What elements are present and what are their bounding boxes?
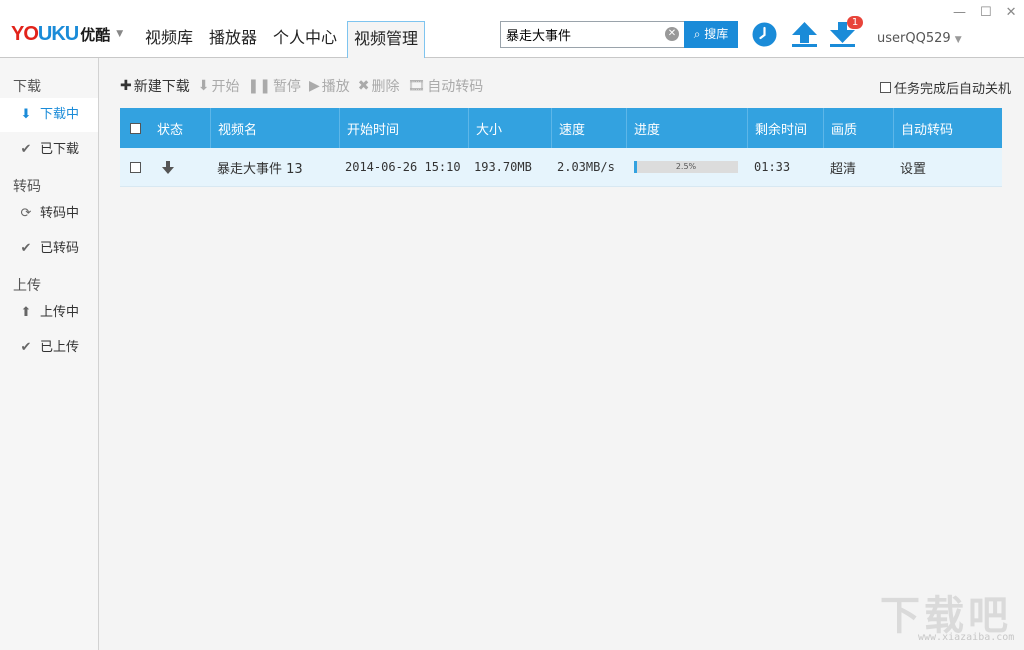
row-speed: 2.03MB/s (557, 160, 615, 174)
row-size: 193.70MB (474, 160, 532, 174)
pause-label: 暂停 (272, 79, 301, 95)
film-icon: 🎞 (407, 78, 426, 94)
sidebar-item-uploading[interactable]: ⬆ 上传中 (0, 296, 98, 330)
delete-button[interactable]: ✖ 删除 (358, 76, 400, 96)
col-progress[interactable]: 进度 (626, 108, 747, 148)
sidebar-item-downloading[interactable]: ⬇ 下载中 (0, 98, 98, 132)
select-all-checkbox[interactable] (129, 122, 141, 134)
sidebar-item-label: 转码中 (40, 206, 80, 221)
col-size[interactable]: 大小 (468, 108, 551, 148)
chevron-down-icon: ▼ (954, 35, 962, 45)
col-video-name[interactable]: 视频名 (210, 108, 339, 148)
select-all-checkbox-cell (120, 108, 150, 148)
new-download-label: 新建下载 (133, 79, 190, 95)
row-checkbox[interactable] (129, 161, 141, 173)
chevron-down-icon: ▼ (116, 29, 124, 39)
upload-icon[interactable] (791, 20, 818, 52)
check-icon: ✔ (20, 340, 32, 355)
search-button-label: 搜库 (704, 27, 729, 41)
col-quality[interactable]: 画质 (823, 108, 893, 148)
check-icon: ✔ (20, 142, 32, 157)
download-arrow-icon (162, 160, 174, 174)
auto-transcode-button[interactable]: 🎞 自动转码 (407, 76, 483, 96)
clock-icon[interactable] (752, 22, 777, 51)
sidebar-item-uploaded[interactable]: ✔ 已上传 (0, 331, 98, 365)
sidebar-item-label: 上传中 (40, 305, 80, 320)
sidebar-item-downloaded[interactable]: ✔ 已下载 (0, 133, 98, 167)
col-auto-transcode[interactable]: 自动转码 (893, 108, 1002, 148)
minimize-icon[interactable]: — (953, 5, 966, 20)
tab-video-management[interactable]: 视频管理 (347, 21, 426, 58)
play-icon: ▶ (308, 78, 320, 94)
sidebar-section-download: 下载 (13, 79, 41, 95)
row-start-time: 2014-06-26 15:10 (345, 160, 461, 174)
start-button[interactable]: ⬇ 开始 (198, 76, 240, 96)
table-row[interactable]: 暴走大事件 13 2014-06-26 15:10 193.70MB 2.03M… (120, 148, 1002, 187)
row-remaining: 01:33 (754, 160, 791, 174)
user-menu[interactable]: userQQ529 ▼ (877, 31, 962, 46)
play-button[interactable]: ▶ 播放 (309, 76, 350, 96)
sidebar: 下载 ⬇ 下载中 ✔ 已下载 转码 ⟳ 转码中 ✔ 已转码 上传 ⬆ 上传中 ✔… (0, 58, 99, 650)
window-controls: — ☐ ✕ (953, 5, 1017, 20)
table-header: 状态 视频名 开始时间 大小 速度 进度 剩余时间 画质 自动转码 (120, 108, 1002, 148)
row-video-name: 暴走大事件 13 (217, 161, 303, 177)
sidebar-item-transcoded[interactable]: ✔ 已转码 (0, 232, 98, 266)
row-status (162, 148, 192, 186)
title-bar: YOUKU 优酷 ▼ 视频库 播放器 个人中心 视频管理 ✕ ⌕ 搜库 1 us… (0, 0, 1024, 58)
delete-label: 删除 (371, 79, 400, 95)
sidebar-item-label: 已上传 (40, 340, 80, 355)
sidebar-section-upload: 上传 (13, 278, 41, 294)
search-icon: ⌕ (693, 27, 701, 41)
delete-icon: ✖ (357, 78, 370, 94)
upload-arrow-icon: ⬆ (20, 305, 32, 320)
col-status[interactable]: 状态 (150, 108, 210, 148)
col-speed[interactable]: 速度 (551, 108, 626, 148)
row-auto-transcode-link[interactable]: 设置 (900, 148, 960, 186)
progress-bar: 2.5% (634, 161, 738, 173)
username: userQQ529 (877, 31, 951, 46)
search-input[interactable] (506, 25, 656, 44)
progress-text: 2.5% (675, 162, 697, 171)
download-table: 状态 视频名 开始时间 大小 速度 进度 剩余时间 画质 自动转码 暴走大事件 … (120, 108, 1002, 187)
auto-shutdown-label: 任务完成后自动关机 (894, 82, 1012, 97)
refresh-icon: ⟳ (20, 206, 32, 221)
watermark-url: www.xiazaiba.com (918, 632, 1015, 643)
tab-personal-center[interactable]: 个人中心 (267, 21, 343, 57)
auto-shutdown-checkbox[interactable] (880, 82, 891, 93)
logo-latin: YOUKU (11, 22, 79, 45)
check-icon: ✔ (20, 241, 32, 256)
maximize-icon[interactable]: ☐ (980, 5, 992, 20)
search-button[interactable]: ⌕ 搜库 (684, 21, 738, 48)
row-checkbox-cell (120, 148, 150, 186)
download-arrow-icon: ⬇ (197, 78, 210, 94)
tab-player[interactable]: 播放器 (203, 21, 263, 57)
auto-transcode-label: 自动转码 (427, 79, 484, 95)
sidebar-item-label: 已转码 (40, 241, 80, 256)
download-arrow-icon: ⬇ (20, 107, 32, 122)
row-progress: 2.5% (634, 148, 744, 186)
pause-button[interactable]: ❚❚ 暂停 (247, 76, 300, 96)
search-box: ✕ ⌕ 搜库 (500, 21, 738, 48)
logo-cn: 优酷 (80, 25, 111, 44)
sidebar-section-transcode: 转码 (13, 179, 41, 195)
row-quality: 超清 (830, 161, 857, 177)
start-label: 开始 (211, 79, 240, 95)
tab-video-library[interactable]: 视频库 (139, 21, 199, 57)
youku-logo[interactable]: YOUKU 优酷 ▼ (11, 22, 123, 46)
auto-shutdown-option[interactable]: 任务完成后自动关机 (880, 78, 1011, 97)
toolbar: ✚ 新建下载 ⬇ 开始 ❚❚ 暂停 ▶ 播放 ✖ 删除 🎞 自动转码 (120, 76, 491, 96)
sidebar-item-label: 下载中 (40, 107, 80, 122)
sidebar-item-label: 已下载 (40, 142, 80, 157)
new-download-button[interactable]: ✚ 新建下载 (120, 76, 190, 96)
pause-icon: ❚❚ (247, 78, 271, 94)
download-count-badge: 1 (847, 16, 863, 29)
sidebar-item-transcoding[interactable]: ⟳ 转码中 (0, 197, 98, 231)
col-start-time[interactable]: 开始时间 (339, 108, 468, 148)
plus-icon: ✚ (120, 78, 132, 94)
col-remaining[interactable]: 剩余时间 (747, 108, 823, 148)
main-nav: 视频库 播放器 个人中心 视频管理 (139, 21, 429, 58)
play-label: 播放 (321, 79, 350, 95)
clear-icon[interactable]: ✕ (665, 27, 679, 41)
close-icon[interactable]: ✕ (1006, 5, 1017, 20)
